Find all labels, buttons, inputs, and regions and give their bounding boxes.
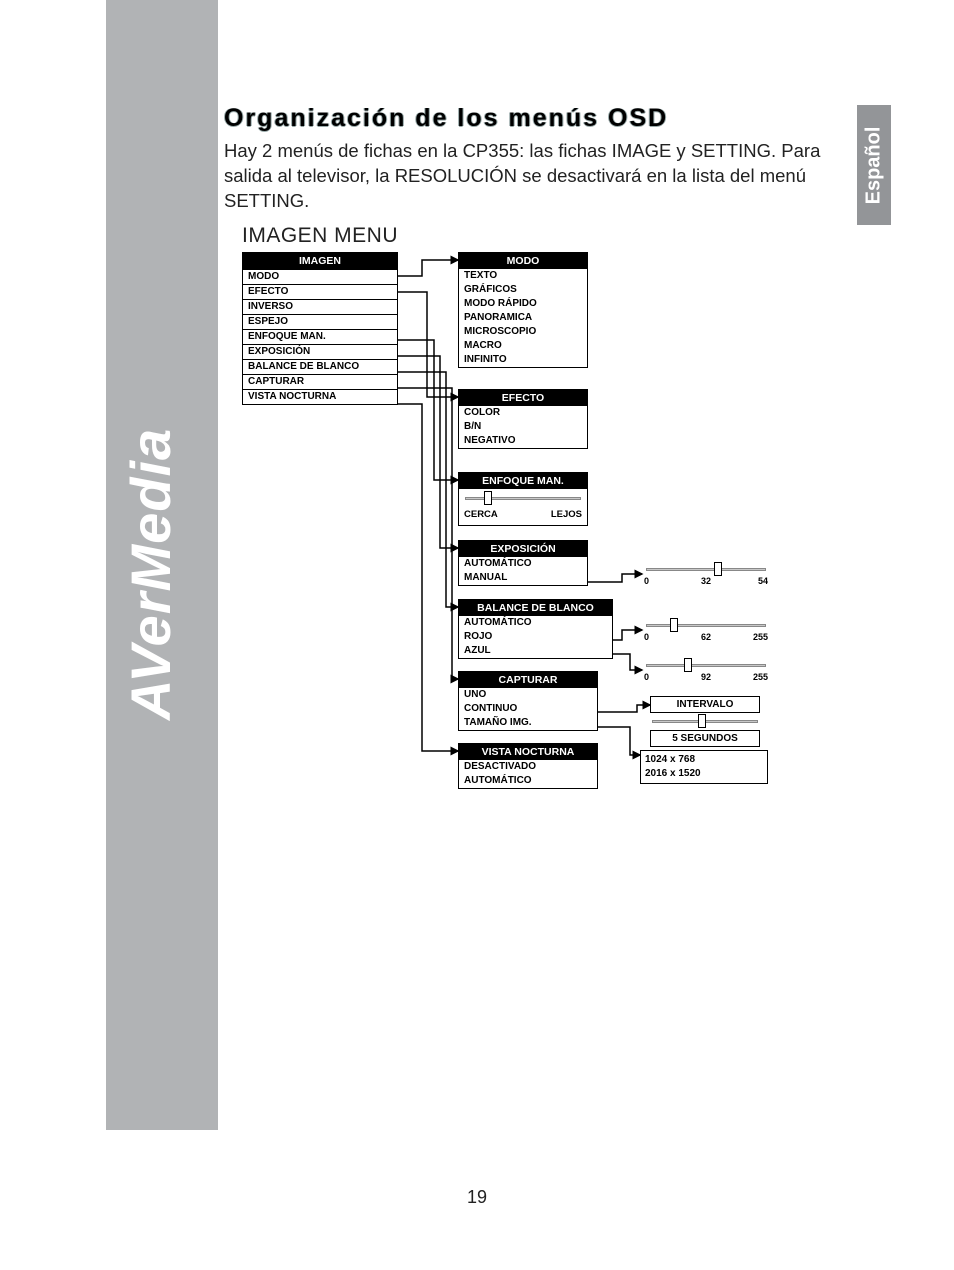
page-number: 19 xyxy=(467,1187,487,1208)
expo-auto: AUTOMÁTICO xyxy=(459,557,587,571)
enfoque-thumb xyxy=(484,491,492,505)
enfoque-track xyxy=(465,497,581,500)
enfoque-slider: CERCA LEJOS xyxy=(459,489,587,525)
intervalo-box: INTERVALO xyxy=(650,696,760,713)
slider-rojo: 0 62 255 xyxy=(642,618,770,642)
modo-texto: TEXTO xyxy=(459,269,587,283)
intervalo-thumb xyxy=(698,714,706,728)
menu-item-capturar: CAPTURAR xyxy=(243,374,397,389)
efecto-color: COLOR xyxy=(459,406,587,420)
efecto-negativo: NEGATIVO xyxy=(459,434,587,448)
slider-expo-min: 0 xyxy=(644,576,649,586)
brand-part2: Media xyxy=(119,428,182,592)
osd-menu-diagram: IMAGEN MODO EFECTO INVERSO ESPEJO ENFOQU… xyxy=(242,252,782,812)
modo-graficos: GRÁFICOS xyxy=(459,283,587,297)
balance-rojo: ROJO xyxy=(459,630,612,644)
submenu-balance-header: BALANCE DE BLANCO xyxy=(459,600,612,616)
menu-item-balance: BALANCE DE BLANCO xyxy=(243,359,397,374)
tamano-line2: 2016 x 1520 xyxy=(645,767,763,781)
modo-panoramica: PANORAMICA xyxy=(459,311,587,325)
modo-infinito: INFINITO xyxy=(459,353,587,367)
slider-exposicion: 0 32 54 xyxy=(642,562,770,586)
submenu-enfoque-header: ENFOQUE MAN. xyxy=(459,473,587,489)
submenu-efecto: EFECTO COLOR B/N NEGATIVO xyxy=(458,389,588,449)
submenu-vista-header: VISTA NOCTURNA xyxy=(459,744,597,760)
balance-auto: AUTOMÁTICO xyxy=(459,616,612,630)
intervalo-header: INTERVALO xyxy=(655,699,755,710)
brand-logo: AVerMedia xyxy=(118,428,183,720)
slider-azul-track xyxy=(646,664,766,667)
submenu-exposicion: EXPOSICIÓN AUTOMÁTICO MANUAL xyxy=(458,540,588,586)
enfoque-cerca: CERCA xyxy=(464,509,498,520)
slider-azul-max: 255 xyxy=(753,672,768,682)
slider-expo-track xyxy=(646,568,766,571)
modo-microscopio: MICROSCOPIO xyxy=(459,325,587,339)
intervalo-slider xyxy=(650,716,760,727)
page-content: Organización de los menús OSD Hay 2 menú… xyxy=(224,104,850,812)
efecto-bn: B/N xyxy=(459,420,587,434)
menu-item-efecto: EFECTO xyxy=(243,284,397,299)
slider-rojo-track xyxy=(646,624,766,627)
section-title: IMAGEN MENU xyxy=(242,224,850,248)
submenu-balance: BALANCE DE BLANCO AUTOMÁTICO ROJO AZUL xyxy=(458,599,613,659)
slider-azul-min: 0 xyxy=(644,672,649,682)
tamano-line1: 1024 x 768 xyxy=(645,753,763,767)
slider-rojo-thumb xyxy=(670,618,678,632)
page-heading: Organización de los menús OSD xyxy=(224,104,850,133)
enfoque-lejos: LEJOS xyxy=(551,509,582,520)
brand-part1: AVer xyxy=(119,592,182,721)
language-tab: Español xyxy=(857,105,891,225)
submenu-modo-header: MODO xyxy=(459,253,587,269)
cap-tamano: TAMAÑO IMG. xyxy=(459,716,597,730)
slider-azul: 0 92 255 xyxy=(642,658,770,682)
menu-item-vista: VISTA NOCTURNA xyxy=(243,389,397,404)
menu-imagen-header: IMAGEN xyxy=(243,253,397,269)
submenu-vista: VISTA NOCTURNA DESACTIVADO AUTOMÁTICO xyxy=(458,743,598,789)
submenu-capturar-header: CAPTURAR xyxy=(459,672,597,688)
balance-azul: AZUL xyxy=(459,644,612,658)
submenu-capturar: CAPTURAR UNO CONTINUO TAMAÑO IMG. xyxy=(458,671,598,731)
intervalo-value: 5 SEGUNDOS xyxy=(650,730,760,747)
slider-expo-thumb xyxy=(714,562,722,576)
menu-item-exposicion: EXPOSICIÓN xyxy=(243,344,397,359)
slider-rojo-max: 255 xyxy=(753,632,768,642)
slider-rojo-min: 0 xyxy=(644,632,649,642)
submenu-modo: MODO TEXTO GRÁFICOS MODO RÁPIDO PANORAMI… xyxy=(458,252,588,368)
slider-expo-mid: 32 xyxy=(701,576,711,586)
modo-rapido: MODO RÁPIDO xyxy=(459,297,587,311)
cap-uno: UNO xyxy=(459,688,597,702)
language-label: Español xyxy=(863,126,886,204)
menu-item-espejo: ESPEJO xyxy=(243,314,397,329)
submenu-enfoque: ENFOQUE MAN. CERCA LEJOS xyxy=(458,472,588,526)
menu-item-modo: MODO xyxy=(243,269,397,284)
submenu-exposicion-header: EXPOSICIÓN xyxy=(459,541,587,557)
expo-manual: MANUAL xyxy=(459,571,587,585)
cap-continuo: CONTINUO xyxy=(459,702,597,716)
intro-paragraph: Hay 2 menús de fichas en la CP355: las f… xyxy=(224,139,850,214)
tamano-box: 1024 x 768 2016 x 1520 xyxy=(640,750,768,784)
submenu-efecto-header: EFECTO xyxy=(459,390,587,406)
slider-azul-thumb xyxy=(684,658,692,672)
menu-imagen: IMAGEN MODO EFECTO INVERSO ESPEJO ENFOQU… xyxy=(242,252,398,405)
menu-item-enfoque: ENFOQUE MAN. xyxy=(243,329,397,344)
menu-item-inverso: INVERSO xyxy=(243,299,397,314)
slider-azul-mid: 92 xyxy=(701,672,711,682)
vista-desactivado: DESACTIVADO xyxy=(459,760,597,774)
slider-rojo-mid: 62 xyxy=(701,632,711,642)
vista-auto: AUTOMÁTICO xyxy=(459,774,597,788)
slider-expo-max: 54 xyxy=(758,576,768,586)
modo-macro: MACRO xyxy=(459,339,587,353)
